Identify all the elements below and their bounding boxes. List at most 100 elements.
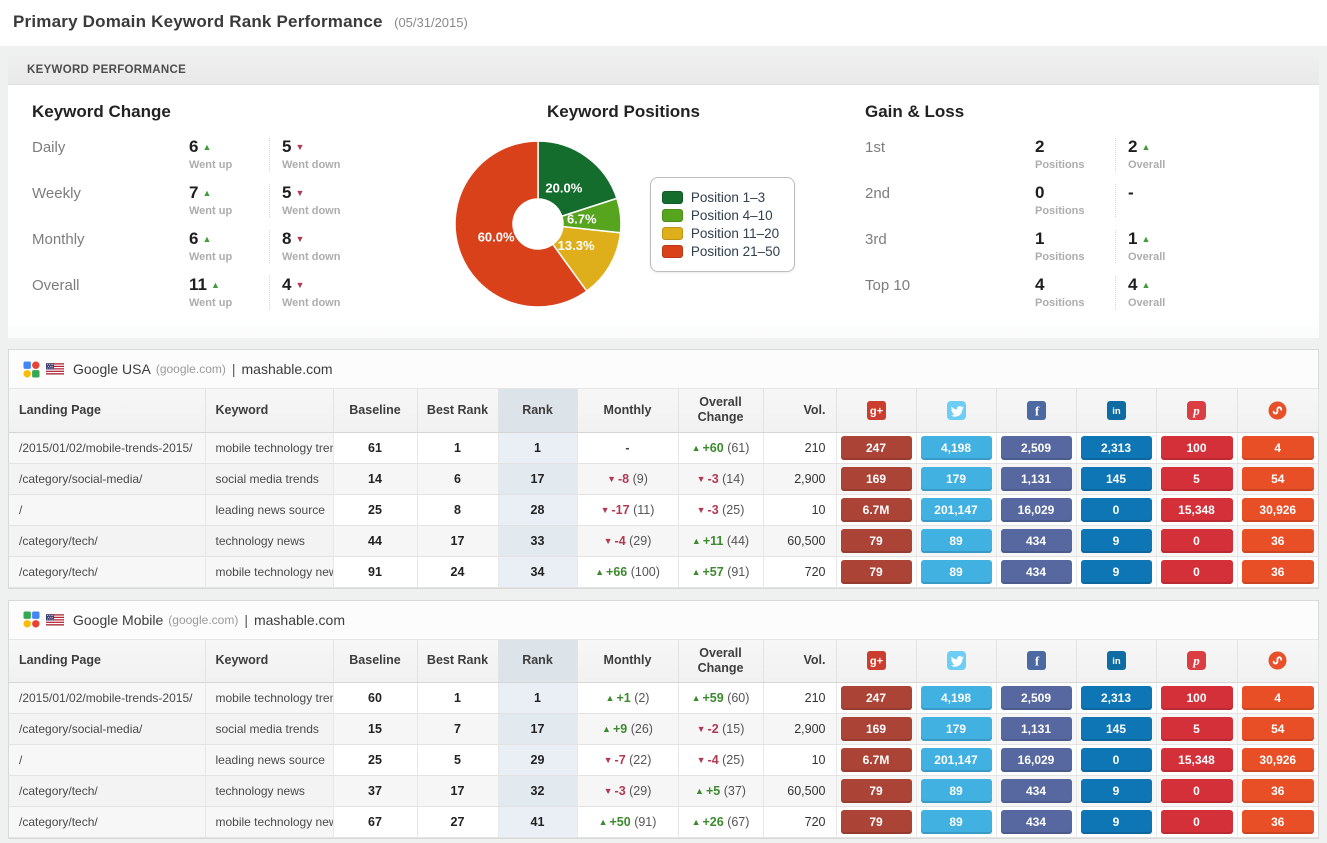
up-arrow-icon: ▲	[692, 443, 701, 453]
change-value: +5	[706, 784, 720, 798]
svg-text:p: p	[1192, 653, 1200, 668]
best-rank-cell: 17	[417, 525, 498, 556]
rank-cell: 29	[498, 745, 577, 776]
landing-page-cell: /category/social-media/	[9, 463, 205, 494]
social-count-badge: 179	[921, 717, 992, 741]
linkedin-count-cell: 9	[1076, 556, 1156, 587]
social-count-badge: 9	[1081, 779, 1152, 803]
pinterest-icon: p	[1187, 651, 1206, 670]
landing-page-cell: /2015/01/02/mobile-trends-2015/	[9, 432, 205, 463]
social-count-badge: 2,509	[1001, 436, 1072, 460]
current-value: (91)	[634, 815, 656, 829]
went-up-label: Went up	[189, 205, 269, 217]
social-count-badge: 179	[921, 467, 992, 491]
current-value: (44)	[727, 534, 749, 548]
column-header-facebook: f	[996, 640, 1076, 683]
stumbleupon-count-cell: 36	[1237, 776, 1318, 807]
pinterest-count-cell: 100	[1156, 683, 1237, 714]
facebook-count-cell: 1,131	[996, 463, 1076, 494]
positions-stat: 2 Positions	[1023, 138, 1115, 171]
google-plus-icon: g+	[867, 401, 886, 420]
change-value: -8	[618, 472, 629, 486]
keyword-cell: leading news source	[205, 494, 333, 525]
stumbleupon-count-cell: 30,926	[1237, 745, 1318, 776]
social-count-badge: 145	[1081, 717, 1152, 741]
linkedin-count-cell: 9	[1076, 807, 1156, 838]
facebook-count-cell: 16,029	[996, 494, 1076, 525]
overall-change-cell: ▲+59 (60)	[678, 683, 763, 714]
facebook-icon: f	[1027, 651, 1046, 670]
no-change-dash: -	[625, 441, 629, 455]
social-count-badge: 6.7M	[841, 748, 912, 772]
search-engine-name: Google Mobile	[73, 612, 163, 628]
column-header-linkedin: in	[1076, 640, 1156, 683]
current-value: (29)	[629, 784, 651, 798]
social-count-badge: 54	[1242, 717, 1315, 741]
table-row: /category/tech/technology news441733▼-4 …	[9, 525, 1318, 556]
current-value: (61)	[727, 441, 749, 455]
keyword-cell: social media trends	[205, 714, 333, 745]
change-value: +66	[606, 565, 627, 579]
overall-stat: 1▲ Overall	[1115, 230, 1207, 263]
pinterest-count-cell: 0	[1156, 556, 1237, 587]
gain-loss-rows: 1st 2 Positions 2▲ Overall 2nd 0 Positio…	[865, 138, 1301, 309]
table-row: /category/social-media/social media tren…	[9, 714, 1318, 745]
social-count-badge: 36	[1242, 529, 1315, 553]
up-arrow-icon: ▲	[202, 188, 211, 198]
went-up-label: Went up	[189, 251, 269, 263]
up-arrow-icon: ▲	[202, 142, 211, 152]
rank-cell: 17	[498, 714, 577, 745]
position-label: 1st	[865, 138, 1023, 171]
google-plus-count-cell: 169	[836, 463, 916, 494]
overall-change-cell: ▼-3 (14)	[678, 463, 763, 494]
change-value: +26	[702, 815, 723, 829]
table-row: /category/tech/mobile technology news672…	[9, 807, 1318, 838]
down-arrow-icon: ▼	[604, 755, 613, 765]
rank-cell: 1	[498, 432, 577, 463]
legend-swatch	[662, 191, 683, 204]
linkedin-count-cell: 145	[1076, 463, 1156, 494]
search-engine-domain: (google.com)	[168, 613, 238, 627]
change-value: -3	[615, 784, 626, 798]
social-count-badge: 201,147	[921, 748, 992, 772]
column-header-landing-page: Landing Page	[9, 389, 205, 432]
google-plus-count-cell: 79	[836, 556, 916, 587]
stumbleupon-count-cell: 54	[1237, 714, 1318, 745]
social-count-badge: 0	[1161, 810, 1233, 834]
stumbleupon-count-cell: 36	[1237, 807, 1318, 838]
search-volume-cell: 10	[763, 745, 836, 776]
svg-text:g+: g+	[869, 405, 882, 417]
keyword-change-row: Daily 6▲ Went up 5▼ Went down	[32, 138, 398, 171]
went-up-stat: 11▲ Went up	[177, 276, 269, 309]
search-engine-domain: (google.com)	[156, 362, 226, 376]
legend-label: Position 1–3	[691, 190, 765, 205]
facebook-count-cell: 16,029	[996, 745, 1076, 776]
rank-cell: 32	[498, 776, 577, 807]
column-header-stumbleupon	[1237, 389, 1318, 432]
overall-label: Overall	[1128, 251, 1207, 263]
position-label: Top 10	[865, 276, 1023, 309]
position-label: 2nd	[865, 184, 1023, 217]
change-value: +1	[616, 691, 630, 705]
social-count-badge: 201,147	[921, 498, 992, 522]
google-mobile-icon	[23, 611, 40, 628]
overall-change-cell: ▲+57 (91)	[678, 556, 763, 587]
svg-text:g+: g+	[869, 656, 882, 668]
legend-swatch	[662, 227, 683, 240]
monthly-change-cell: ▲+50 (91)	[577, 807, 678, 838]
social-count-badge: 79	[841, 810, 912, 834]
change-value: +9	[613, 722, 627, 736]
stumbleupon-count-cell: 36	[1237, 525, 1318, 556]
gain-loss-row: 3rd 1 Positions 1▲ Overall	[865, 230, 1301, 263]
up-arrow-icon: ▲	[595, 567, 604, 577]
social-count-badge: 36	[1242, 779, 1315, 803]
table-title-bar: Google Mobile (google.com) | mashable.co…	[9, 601, 1318, 640]
landing-page-cell: /	[9, 745, 205, 776]
current-value: (15)	[722, 722, 744, 736]
current-value: (37)	[724, 784, 746, 798]
google-plus-count-cell: 247	[836, 432, 916, 463]
up-arrow-icon: ▲	[692, 693, 701, 703]
search-volume-cell: 720	[763, 556, 836, 587]
table-header-row: Landing PageKeywordBaselineBest RankRank…	[9, 640, 1318, 683]
social-count-badge: 1,131	[1001, 467, 1072, 491]
